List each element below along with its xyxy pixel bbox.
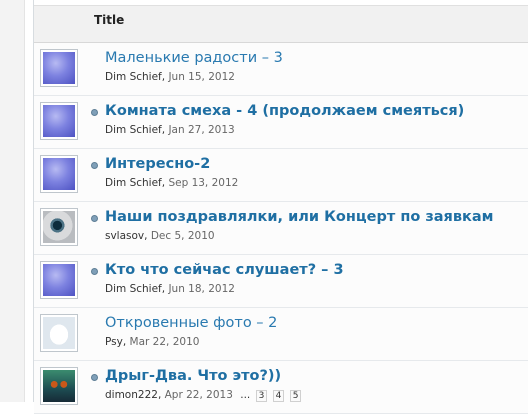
thread-author[interactable]: svlasov (105, 230, 144, 242)
page-jump-links: ... 3 4 5 (240, 389, 302, 402)
thread-date: Sep 13, 2012 (168, 177, 239, 189)
page-link-5[interactable]: 5 (289, 390, 302, 402)
thread-author[interactable]: Dim Schief (105, 177, 162, 189)
thread-row: Маленькие радости – 3 Dim Schief, Jun 15… (34, 43, 528, 96)
thread-avatar[interactable] (40, 49, 78, 87)
thread-date: Mar 22, 2010 (129, 336, 200, 348)
pages-ellipsis: ... (240, 389, 251, 401)
unread-dot-icon (91, 162, 98, 169)
thread-row: Комната смеха - 4 (продолжаем смеяться) … (34, 96, 528, 149)
thread-row: Интересно-2 Dim Schief, Sep 13, 2012 (34, 149, 528, 202)
unread-dot-icon (91, 374, 98, 381)
thread-author[interactable]: dimon222 (105, 389, 158, 401)
thread-title-link[interactable]: Наши поздравлялки, или Концерт по заявка… (105, 209, 494, 225)
thread-avatar[interactable] (40, 367, 78, 405)
unread-dot-icon (91, 268, 98, 275)
thread-date: Jun 18, 2012 (168, 283, 235, 295)
column-title[interactable]: Title (94, 13, 124, 27)
thread-date: Jun 15, 2012 (168, 71, 235, 83)
thread-meta: Dim Schief, Sep 13, 2012 (105, 177, 239, 189)
thread-avatar[interactable] (40, 261, 78, 299)
thread-author[interactable]: Dim Schief (105, 124, 162, 136)
unread-dot-icon (91, 215, 98, 222)
thread-meta: Dim Schief, Jun 15, 2012 (105, 71, 235, 83)
thread-avatar[interactable] (40, 155, 78, 193)
page-link-4[interactable]: 4 (272, 390, 285, 402)
thread-date: Apr 22, 2013 (164, 389, 233, 401)
thread-meta: dimon222, Apr 22, 2013 ... 3 4 5 (105, 389, 302, 402)
left-panel (0, 0, 25, 402)
thread-avatar[interactable] (40, 314, 78, 352)
thread-row: Откровенные фото – 2 Psy, Mar 22, 2010 (34, 308, 528, 361)
thread-list: Title Маленькие радости – 3 Dim Schief, … (33, 0, 528, 414)
thread-author[interactable]: Dim Schief (105, 283, 162, 295)
thread-meta: Dim Schief, Jun 18, 2012 (105, 283, 235, 295)
thread-author[interactable]: Psy (105, 336, 123, 348)
thread-meta: Dim Schief, Jan 27, 2013 (105, 124, 235, 136)
table-header: Title (34, 5, 528, 43)
thread-title-link[interactable]: Интересно-2 (105, 156, 210, 172)
thread-date: Dec 5, 2010 (150, 230, 215, 242)
thread-author[interactable]: Dim Schief (105, 71, 162, 83)
thread-title-link[interactable]: Комната смеха - 4 (продолжаем смеяться) (105, 103, 464, 119)
thread-avatar[interactable] (40, 102, 78, 140)
thread-row: Кто что сейчас слушает? – 3 Dim Schief, … (34, 255, 528, 308)
thread-title-link[interactable]: Кто что сейчас слушает? – 3 (105, 262, 344, 278)
thread-title-link[interactable]: Маленькие радости – 3 (105, 50, 283, 66)
thread-date: Jan 27, 2013 (168, 124, 235, 136)
thread-meta: Psy, Mar 22, 2010 (105, 336, 200, 348)
thread-meta: svlasov, Dec 5, 2010 (105, 230, 215, 242)
thread-title-link[interactable]: Откровенные фото – 2 (105, 315, 277, 331)
thread-row: Дрыг-Два. Что это?)) dimon222, Apr 22, 2… (34, 361, 528, 414)
thread-row: Наши поздравлялки, или Концерт по заявка… (34, 202, 528, 255)
thread-title-link[interactable]: Дрыг-Два. Что это?)) (105, 368, 281, 384)
thread-avatar[interactable] (40, 208, 78, 246)
unread-dot-icon (91, 109, 98, 116)
page-link-3[interactable]: 3 (255, 390, 268, 402)
